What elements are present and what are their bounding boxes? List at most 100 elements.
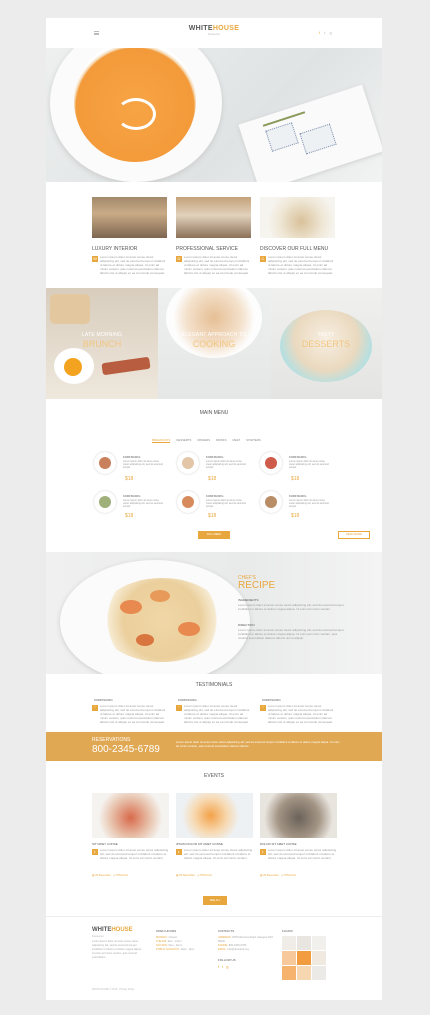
menu-tabs: BREAKFASTS DESSERTS DINNERS DRINKS MEAT START… xyxy=(152,428,302,446)
bacon-strip xyxy=(101,356,151,376)
recipe-big-title: RECIPE xyxy=(238,580,276,591)
event-title[interactable]: IPSUM DOLOR SIT AMET CONSE xyxy=(176,842,223,846)
tab-breakfasts[interactable]: BREAKFASTS xyxy=(152,438,171,443)
feature-image-menu xyxy=(260,197,335,238)
dish-thumb[interactable] xyxy=(260,491,282,513)
shrimp xyxy=(120,600,142,614)
see-all-events-button[interactable]: SEE ALL xyxy=(203,896,227,905)
dish-price: $18 xyxy=(125,513,134,519)
flickr-title: FLICKR xyxy=(282,929,293,933)
testimonial-text: Lorem ipsum dolor sit amet conse ctetur … xyxy=(268,704,334,724)
dish-thumb[interactable] xyxy=(260,452,282,474)
feature-title: PROFESSIONAL SERVICE xyxy=(176,246,238,252)
flickr-photo[interactable] xyxy=(297,936,311,950)
dish-name: KORFISCRIG xyxy=(289,455,307,459)
dish-name: KORFISCRIG xyxy=(206,455,224,459)
event-text: Lorem ipsum dolor sit amet conse ctetur … xyxy=(268,848,337,860)
event-image[interactable] xyxy=(260,793,337,838)
site-header: WHITEHOUSE Restaurant f t g xyxy=(46,18,382,48)
google-plus-icon[interactable]: g xyxy=(330,30,332,35)
dish-thumb[interactable] xyxy=(94,452,116,474)
event-text: Lorem ipsum dolor sit amet conse ctetur … xyxy=(184,848,253,860)
flickr-photo[interactable] xyxy=(312,936,326,950)
dish-price: $18 xyxy=(291,513,300,519)
dish-thumb[interactable] xyxy=(177,491,199,513)
feature-image-interior xyxy=(92,197,167,238)
events-title: EVENTS xyxy=(203,773,224,779)
tile-big-label: COOKING xyxy=(192,339,236,349)
full-menu-button[interactable]: FULL MENU xyxy=(198,531,230,539)
quote-icon: " xyxy=(176,705,182,711)
dish-name: KORFISCRIG xyxy=(289,494,307,498)
feature-text: Lorem ipsum dolor sit amet conse ctetur … xyxy=(268,255,334,275)
shrimp xyxy=(150,590,170,602)
footer-divider xyxy=(46,916,382,917)
footer-email[interactable]: info@demolink.org xyxy=(227,948,249,951)
dish-thumb[interactable] xyxy=(177,452,199,474)
flickr-photo[interactable] xyxy=(312,951,326,965)
flickr-photo[interactable] xyxy=(282,936,296,950)
dish-text: Lorem ipsum dolor sit amet conse ctetur … xyxy=(289,499,329,508)
tab-meat[interactable]: MEAT xyxy=(233,438,241,442)
flickr-photo[interactable] xyxy=(297,951,311,965)
twitter-icon[interactable]: t xyxy=(324,30,325,35)
event-text: Lorem ipsum dolor sit amet conse ctetur … xyxy=(100,848,169,860)
tile-cooking[interactable]: ELEGANT APPROACH TO COOKING xyxy=(158,288,270,399)
direction-label: DIRECTION xyxy=(238,623,255,627)
hero-image xyxy=(46,48,382,182)
direction-text: Lorem ipsum dolor sit amet conse ctetur … xyxy=(238,628,344,640)
event-date: ▦ 25 December · ◷ 7PM-9 Am xyxy=(260,874,297,877)
event-title[interactable]: DOLOR SIT AMET CONSE xyxy=(260,842,297,846)
feature-letter: D xyxy=(176,256,182,262)
footer-phone[interactable]: 800-2345-6789 xyxy=(229,944,247,947)
testimonials-title: TESTIMONIALS xyxy=(195,682,233,688)
feature-letter: C xyxy=(260,256,266,262)
google-plus-icon[interactable]: g xyxy=(226,964,228,969)
flickr-grid xyxy=(282,936,326,980)
event-title[interactable]: SIT FRIEY CONSE xyxy=(92,842,118,846)
testimonial-text: Lorem ipsum dolor sit amet conse ctetur … xyxy=(100,704,166,724)
feature-letter: W xyxy=(92,256,98,262)
event-image[interactable] xyxy=(176,793,253,838)
flickr-photo[interactable] xyxy=(282,951,296,965)
flickr-photo[interactable] xyxy=(282,966,296,980)
dish-name: KORFISCRIG xyxy=(123,494,141,498)
dish-thumb[interactable] xyxy=(94,491,116,513)
dish-text: Lorem ipsum dolor sit amet conse ctetur … xyxy=(123,460,163,469)
tile-small-label: ELEGANT APPROACH TO xyxy=(181,332,247,338)
event-letter: L xyxy=(176,849,182,855)
testimonial-text: Lorem ipsum dolor sit amet conse ctetur … xyxy=(184,704,250,724)
dish-text: Lorem ipsum dolor sit amet conse ctetur … xyxy=(289,460,329,469)
reservations-phone[interactable]: 800-2345-6789 xyxy=(92,744,160,755)
flickr-photo[interactable] xyxy=(312,966,326,980)
dish-price: $18 xyxy=(291,476,300,482)
tab-drinks[interactable]: DRINKS xyxy=(216,438,227,442)
footer-logo[interactable]: WHITEHOUSE xyxy=(92,927,133,933)
flickr-photo[interactable] xyxy=(297,966,311,980)
main-menu-title: MAIN MENU xyxy=(199,410,229,416)
copyright: WHITE HOUSE © 2015 · Privacy Policy xyxy=(92,988,135,991)
read-more-button[interactable]: READ MORE xyxy=(338,531,370,539)
page: WHITEHOUSE Restaurant f t g LUXURY INTER… xyxy=(46,18,382,1000)
tab-starters[interactable]: STARTERS xyxy=(246,438,261,442)
quote-icon: " xyxy=(92,705,98,711)
dish-text: Lorem ipsum dolor sit amet conse ctetur … xyxy=(123,499,163,508)
dish-name: KORFISCRIG xyxy=(206,494,224,498)
facebook-icon[interactable]: f xyxy=(319,30,320,35)
twitter-icon[interactable]: t xyxy=(222,964,223,969)
tab-desserts[interactable]: DESSERTS xyxy=(176,438,191,442)
dish-price: $18 xyxy=(208,476,217,482)
tile-desserts[interactable]: TASTY DESSERTS xyxy=(270,288,382,399)
tab-dinners[interactable]: DINNERS xyxy=(197,438,210,442)
testimonial-name: KORFISCRIG xyxy=(262,698,281,702)
event-image[interactable] xyxy=(92,793,169,838)
reservations-text: Lorem ipsum dolor sit amet conse ctetur … xyxy=(176,740,340,748)
tile-brunch[interactable]: LATE MORNING BRUNCH xyxy=(46,288,158,399)
tile-big-label: DESSERTS xyxy=(301,339,351,349)
facebook-icon[interactable]: f xyxy=(218,964,219,969)
contacts-list: ADDRESS: 4578 Marmora Road, Glasgow D04 … xyxy=(218,936,273,951)
dish-text: Lorem ipsum dolor sit amet conse ctetur … xyxy=(206,499,246,508)
event-date: ▦ 25 December · ◷ 7PM-9 Am xyxy=(92,874,129,877)
shrimp xyxy=(178,622,200,636)
footer-social: ftg xyxy=(218,964,228,969)
